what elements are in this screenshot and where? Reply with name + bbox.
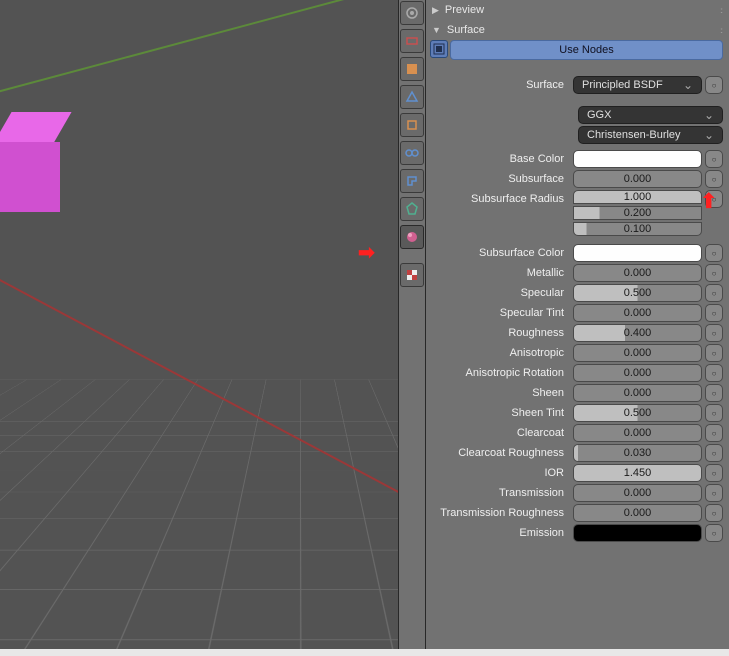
metallic-label: Metallic: [430, 267, 570, 279]
link-socket[interactable]: ○: [705, 424, 723, 442]
ior-value[interactable]: 1.450: [573, 464, 702, 482]
properties-tabs: [398, 0, 425, 656]
surface-label: Surface: [430, 79, 570, 91]
tab-object[interactable]: [400, 113, 424, 137]
emission-label: Emission: [430, 527, 570, 539]
material-panel: ▶ Preview :::: ▼ Surface :::: Use Nodes …: [425, 0, 729, 656]
subsurface-value[interactable]: 0.000: [573, 170, 702, 188]
roughness-value[interactable]: 0.400: [573, 324, 702, 342]
collapse-icon: ▼: [432, 25, 441, 35]
link-socket[interactable]: ○: [705, 244, 723, 262]
section-surface[interactable]: ▼ Surface ::::: [430, 20, 723, 40]
clearcoat-roughness-label: Clearcoat Roughness: [430, 447, 570, 459]
base-color-label: Base Color: [430, 153, 570, 165]
tab-world[interactable]: [400, 85, 424, 109]
metallic-value[interactable]: 0.000: [573, 264, 702, 282]
subsurface-radius-y[interactable]: 0.200: [573, 206, 702, 220]
annotation-arrow-right: ➡: [358, 240, 375, 265]
transmission-label: Transmission: [430, 487, 570, 499]
link-socket[interactable]: ○: [705, 364, 723, 382]
sheen-value[interactable]: 0.000: [573, 384, 702, 402]
specular-label: Specular: [430, 287, 570, 299]
tab-texture[interactable]: [400, 263, 424, 287]
ior-label: IOR: [430, 467, 570, 479]
link-socket[interactable]: ○: [705, 284, 723, 302]
anisotropic-rotation-label: Anisotropic Rotation: [430, 367, 570, 379]
viewport-3d[interactable]: ➡: [0, 0, 398, 649]
link-socket[interactable]: ○: [705, 524, 723, 542]
sheen-tint-value[interactable]: 0.500: [573, 404, 702, 422]
transmission-roughness-value[interactable]: 0.000: [573, 504, 702, 522]
anisotropic-label: Anisotropic: [430, 347, 570, 359]
link-socket[interactable]: ○: [705, 304, 723, 322]
subsurface-color-swatch[interactable]: [573, 244, 702, 262]
transmission-roughness-label: Transmission Roughness: [430, 507, 570, 519]
nodes-icon: [430, 40, 448, 58]
subsurface-label: Subsurface: [430, 173, 570, 185]
specular-tint-value[interactable]: 0.000: [573, 304, 702, 322]
anisotropic-value[interactable]: 0.000: [573, 344, 702, 362]
surface-shader-dropdown[interactable]: Principled BSDF: [573, 76, 702, 94]
subsurface-radius-x[interactable]: 1.000: [573, 190, 702, 204]
link-socket[interactable]: ○: [705, 324, 723, 342]
base-color-swatch[interactable]: [573, 150, 702, 168]
grid-floor: [0, 380, 398, 649]
expand-icon: ▶: [432, 5, 439, 16]
cube-object[interactable]: [0, 112, 60, 202]
specular-value[interactable]: 0.500: [573, 284, 702, 302]
sss-method-dropdown[interactable]: Christensen-Burley: [578, 126, 723, 144]
use-nodes-button[interactable]: Use Nodes: [450, 40, 723, 60]
subsurface-radius-label: Subsurface Radius: [430, 190, 570, 205]
link-socket[interactable]: ○: [705, 170, 723, 188]
link-socket[interactable]: ○: [705, 264, 723, 282]
section-label: Surface: [447, 24, 485, 36]
clearcoat-value[interactable]: 0.000: [573, 424, 702, 442]
tab-render-layers[interactable]: [400, 29, 424, 53]
section-preview[interactable]: ▶ Preview ::::: [430, 0, 723, 20]
sheen-label: Sheen: [430, 387, 570, 399]
link-socket[interactable]: ○: [705, 344, 723, 362]
tab-constraints[interactable]: [400, 141, 424, 165]
status-bar: [0, 649, 729, 656]
link-socket[interactable]: ○: [705, 504, 723, 522]
link-socket[interactable]: ○: [705, 76, 723, 94]
specular-tint-label: Specular Tint: [430, 307, 570, 319]
link-socket[interactable]: ○: [705, 404, 723, 422]
sheen-tint-label: Sheen Tint: [430, 407, 570, 419]
link-socket[interactable]: ○: [705, 464, 723, 482]
drag-dots-icon: ::::: [720, 26, 721, 35]
tab-render[interactable]: [400, 1, 424, 25]
link-socket[interactable]: ○: [705, 444, 723, 462]
subsurface-radius-z[interactable]: 0.100: [573, 222, 702, 236]
clearcoat-roughness-value[interactable]: 0.030: [573, 444, 702, 462]
tab-scene[interactable]: [400, 57, 424, 81]
tab-material[interactable]: [400, 225, 424, 249]
subsurface-color-label: Subsurface Color: [430, 247, 570, 259]
clearcoat-label: Clearcoat: [430, 427, 570, 439]
distribution-dropdown[interactable]: GGX: [578, 106, 723, 124]
roughness-label: Roughness: [430, 327, 570, 339]
drag-dots-icon: ::::: [720, 6, 721, 15]
link-socket[interactable]: ○: [705, 150, 723, 168]
link-socket[interactable]: ○: [705, 384, 723, 402]
section-label: Preview: [445, 4, 484, 16]
transmission-value[interactable]: 0.000: [573, 484, 702, 502]
emission-swatch[interactable]: [573, 524, 702, 542]
anisotropic-rotation-value[interactable]: 0.000: [573, 364, 702, 382]
link-socket[interactable]: ○: [705, 484, 723, 502]
tab-data[interactable]: [400, 197, 424, 221]
tab-modifiers[interactable]: [400, 169, 424, 193]
